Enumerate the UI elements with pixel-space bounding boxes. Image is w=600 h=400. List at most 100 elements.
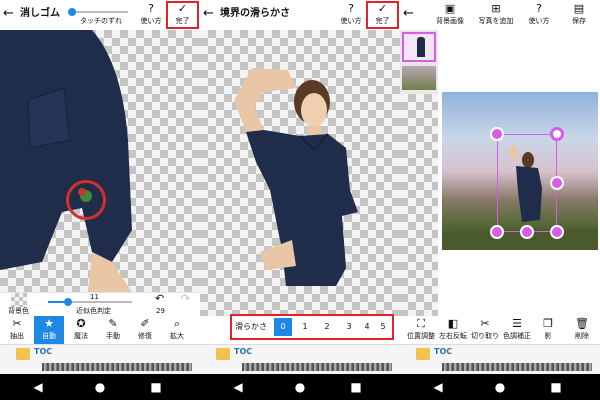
ad-blurred-text xyxy=(442,363,592,371)
page-title: 消しゴム xyxy=(20,8,60,19)
composite-panel: ← ▣ 背景画像 ⊞ 写真を追加 ? 使い方 ▤ 保存 ⛶ 位置調整 ◧ 左右反転 ✂ 切り取… xyxy=(400,0,600,400)
trash-icon: 🗑 xyxy=(575,317,589,330)
layer-thumb-background[interactable] xyxy=(402,66,436,90)
undo-icon[interactable]: ↶ xyxy=(155,293,164,305)
color-correction-button[interactable]: ☰ 色調補正 xyxy=(500,316,534,344)
tool-extract[interactable]: ✂ 抽出 xyxy=(2,316,32,344)
add-photo-icon: ⊞ xyxy=(491,2,501,15)
slider-thumb[interactable] xyxy=(68,8,76,16)
done-button[interactable]: ✓ 完了 xyxy=(166,1,199,29)
page-title: 境界の滑らかさ xyxy=(220,8,290,19)
stretch-horizontal-handle[interactable] xyxy=(550,176,564,190)
redo-icon[interactable]: ↷ xyxy=(181,293,190,305)
magnifier-icon: ⌕ xyxy=(173,317,181,330)
tool-manual[interactable]: ✎ 手動 xyxy=(98,316,128,344)
system-nav-bar: ◀ ● ■ xyxy=(400,374,600,400)
level-5[interactable]: 5 xyxy=(374,318,392,336)
level-1[interactable]: 1 xyxy=(296,318,314,336)
shadow-button[interactable]: ❐ 影 xyxy=(532,316,564,344)
done-button[interactable]: ✓ 完了 xyxy=(366,1,399,29)
position-adjust-button[interactable]: ⛶ 位置調整 xyxy=(404,316,438,344)
layer-thumb-person[interactable] xyxy=(402,32,436,62)
ad-blurred-text xyxy=(42,363,192,371)
person-cutout-image xyxy=(234,68,358,286)
back-arrow-icon[interactable]: ← xyxy=(3,4,14,24)
check-icon: ✓ xyxy=(377,2,388,15)
ad-banner[interactable]: TOC xyxy=(200,344,400,374)
sliders-icon: ☰ xyxy=(512,317,522,330)
bg-color-swatch[interactable] xyxy=(11,293,27,307)
level-3[interactable]: 3 xyxy=(340,318,358,336)
nav-home-icon[interactable]: ● xyxy=(488,374,512,400)
stretch-vertical-handle[interactable] xyxy=(520,225,534,239)
ad-blurred-text xyxy=(242,363,392,371)
flip-handle[interactable] xyxy=(490,225,504,239)
tool-repair[interactable]: ✐ 修復 xyxy=(130,316,160,344)
nav-back-icon[interactable]: ◀ xyxy=(26,374,50,400)
empty-canvas xyxy=(400,94,438,316)
back-arrow-icon[interactable]: ← xyxy=(403,4,414,24)
eraser-top-bar: ← 消しゴム タッチのずれ ? 使い方 ✓ 完了 xyxy=(0,0,200,30)
crop-button[interactable]: ✂ 切り取り xyxy=(468,316,502,344)
undo-count: 29 xyxy=(156,307,165,315)
image-icon: ▣ xyxy=(444,2,456,15)
ad-logo-icon xyxy=(216,348,230,360)
eraser-controls: 背景色 11 近似色判定 ↶ 29 ↷ xyxy=(0,292,200,316)
nav-recents-icon[interactable]: ■ xyxy=(544,374,568,400)
nav-back-icon[interactable]: ◀ xyxy=(426,374,450,400)
help-button[interactable]: ? 使い方 xyxy=(136,1,166,29)
touch-offset-label: タッチのずれ xyxy=(80,17,122,25)
rotate-handle[interactable] xyxy=(490,127,504,141)
position-icon: ⛶ xyxy=(417,317,425,330)
help-button[interactable]: ? 使い方 xyxy=(524,1,554,29)
person-closeup-image xyxy=(0,30,132,292)
ad-logo-icon xyxy=(416,348,430,360)
add-photo-button[interactable]: ⊞ 写真を追加 xyxy=(476,1,516,29)
help-icon: ? xyxy=(148,2,154,15)
level-0[interactable]: 0 xyxy=(274,318,292,336)
scissors-icon: ✂ xyxy=(12,317,22,330)
ad-tag: TOC xyxy=(34,347,53,356)
ad-logo-icon xyxy=(16,348,30,360)
tool-zoom[interactable]: ⌕ 拡大 xyxy=(162,316,192,344)
brush-icon: ✐ xyxy=(140,317,150,330)
nav-home-icon[interactable]: ● xyxy=(88,374,112,400)
eraser-cursor-ring[interactable] xyxy=(66,180,106,220)
resize-handle[interactable] xyxy=(550,225,564,239)
threshold-slider[interactable] xyxy=(48,298,132,306)
nav-recents-icon[interactable]: ■ xyxy=(144,374,168,400)
help-button[interactable]: ? 使い方 xyxy=(336,1,366,29)
tool-magic[interactable]: ✪ 魔法 xyxy=(66,316,96,344)
composite-top-bar: ← ▣ 背景画像 ⊞ 写真を追加 ? 使い方 ▤ 保存 xyxy=(400,0,600,30)
nav-back-icon[interactable]: ◀ xyxy=(226,374,250,400)
nav-recents-icon[interactable]: ■ xyxy=(344,374,368,400)
delete-button[interactable]: 🗑 削除 xyxy=(566,316,598,344)
ad-banner[interactable]: TOC xyxy=(0,344,200,374)
scissors-icon: ✂ xyxy=(480,317,490,330)
save-button[interactable]: ▤ 保存 xyxy=(564,1,594,29)
system-nav-bar: ◀ ● ■ xyxy=(0,374,200,400)
ad-banner[interactable]: TOC xyxy=(400,344,600,374)
shadow-icon: ❐ xyxy=(543,317,553,330)
eraser-panel: ← 消しゴム タッチのずれ ? 使い方 ✓ 完了 背景色 11 近似色判定 ↶ … xyxy=(0,0,200,400)
system-nav-bar: ◀ ● ■ xyxy=(200,374,400,400)
tool-auto[interactable]: ★ 自動 xyxy=(34,316,64,344)
help-icon: ? xyxy=(536,2,542,15)
level-2[interactable]: 2 xyxy=(318,318,336,336)
threshold-thumb[interactable] xyxy=(64,298,72,306)
flip-button[interactable]: ◧ 左右反転 xyxy=(436,316,470,344)
save-icon: ▤ xyxy=(573,2,585,15)
touch-offset-slider[interactable] xyxy=(68,8,130,16)
delete-handle[interactable] xyxy=(550,127,564,141)
check-icon: ✓ xyxy=(177,2,188,15)
ad-tag: TOC xyxy=(434,347,453,356)
back-arrow-icon[interactable]: ← xyxy=(203,4,214,24)
composite-canvas[interactable] xyxy=(442,92,598,250)
nav-home-icon[interactable]: ● xyxy=(288,374,312,400)
smoothness-top-bar: ← 境界の滑らかさ ? 使い方 ✓ 完了 xyxy=(200,0,400,30)
ad-tag: TOC xyxy=(234,347,253,356)
selection-box[interactable] xyxy=(497,134,557,232)
star-icon: ★ xyxy=(44,317,54,330)
help-icon: ? xyxy=(348,2,354,15)
background-image-button[interactable]: ▣ 背景画像 xyxy=(432,1,468,29)
